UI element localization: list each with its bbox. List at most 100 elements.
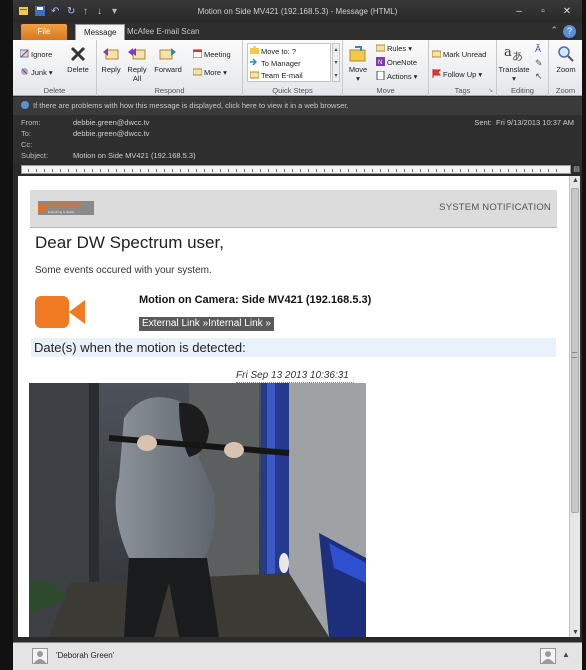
tab-file[interactable]: File: [21, 24, 67, 40]
motion-timestamp: Fri Sep 13 2013 10:36:31: [236, 370, 349, 381]
group-label-editing: Editing: [511, 86, 534, 95]
subject-label: Subject:: [21, 151, 49, 160]
message-body: DIGITAL Everything is digital SYSTEM NOT…: [18, 176, 569, 637]
find-icon[interactable]: Ã: [535, 44, 541, 54]
digital-logo: DIGITAL Everything is digital: [38, 201, 94, 215]
to-address[interactable]: debbie.green@dwcc.tv: [73, 129, 149, 138]
sent-row: Sent: Fri 9/13/2013 10:37 AM: [474, 118, 574, 127]
group-label-tags: Tags: [454, 86, 471, 95]
actions-button[interactable]: Actions ▾: [376, 71, 417, 82]
cc-row: Cc:: [21, 140, 73, 150]
window-title: Motion on Side MV421 (192.168.5.3) - Mes…: [197, 7, 398, 16]
ribbon-group-move: Move ▾ Rules ▾ N OneNote Actions ▾ Move: [343, 40, 429, 96]
move-button[interactable]: Move ▾: [345, 45, 371, 83]
magnifier-icon: [558, 46, 574, 62]
reply-all-button[interactable]: Reply All: [125, 45, 149, 83]
junk-button[interactable]: Junk ▾: [20, 67, 53, 78]
person-icon: [542, 651, 554, 663]
people-name[interactable]: 'Deborah Green': [56, 651, 114, 660]
scroll-down-icon[interactable]: ▼: [571, 628, 580, 637]
expand-people-pane-icon[interactable]: ▲: [562, 650, 570, 659]
ribbon: Ignore Junk ▾ Delete Delete Reply Reply A…: [13, 40, 582, 96]
help-icon[interactable]: ?: [563, 25, 576, 38]
ribbon-tabs: File Message McAfee E-mail Scan ⌃ ?: [13, 22, 582, 40]
delete-button[interactable]: Delete: [64, 45, 92, 74]
tab-mcafee-email-scan[interactable]: McAfee E-mail Scan: [119, 24, 207, 40]
from-label: From:: [21, 118, 41, 127]
reply-icon: [103, 48, 119, 60]
view-ruler-icon[interactable]: ▤: [571, 165, 582, 174]
quick-step-team-email[interactable]: Team E-mail: [250, 70, 303, 81]
select-icon[interactable]: ✎: [535, 58, 543, 69]
message-scrollbar[interactable]: ▲ ▼: [569, 176, 580, 637]
subject-row: Subject: Motion on Side MV421 (192.168.5.…: [21, 151, 196, 161]
quick-step-to-manager[interactable]: To Manager: [250, 58, 301, 69]
info-icon: [21, 101, 29, 109]
tab-message[interactable]: Message: [75, 24, 126, 40]
group-label-respond: Respond: [154, 86, 185, 95]
to-manager-icon: [250, 58, 258, 66]
message-header: From: debbie.green@dwcc.tv To: debbie.gree…: [13, 115, 582, 163]
outlook-message-window: ↶ ↻ ↑ ↓ ▾ Motion on Side MV421 (192.168.…: [13, 0, 582, 670]
more-respond-button[interactable]: More ▾: [193, 67, 227, 78]
close-button[interactable]: ✕: [559, 6, 575, 18]
scroll-grip-icon: [572, 352, 577, 358]
onenote-icon: N: [376, 57, 385, 66]
collapse-ribbon-icon[interactable]: ⌃: [550, 25, 558, 36]
follow-up-button[interactable]: Follow Up ▾: [432, 69, 482, 80]
quick-step-move-to[interactable]: Move to: ?: [250, 46, 296, 57]
onenote-button[interactable]: N OneNote: [376, 57, 417, 68]
video-camera-icon: [35, 296, 85, 328]
forward-icon: [159, 48, 176, 60]
scroll-up-icon[interactable]: ▲: [571, 176, 580, 185]
ignore-icon: [20, 49, 29, 58]
ruler: [21, 165, 571, 174]
junk-icon: [21, 68, 28, 75]
ignore-button[interactable]: Ignore: [20, 49, 52, 60]
greeting: Dear DW Spectrum user,: [35, 233, 224, 252]
ribbon-group-quick-steps: Move to: ? To Manager Team E-mail ▴ ▾ ▾ Qu…: [243, 40, 343, 96]
ruler-ticks: [28, 169, 564, 172]
web-browser-infobar[interactable]: If there are problems with how this mess…: [13, 97, 582, 115]
group-label-delete: Delete: [43, 86, 66, 95]
notification-banner: DIGITAL Everything is digital SYSTEM NOT…: [30, 190, 557, 228]
ribbon-group-respond: Reply Reply All Forward Meeting More ▾ Re…: [97, 40, 243, 96]
people-pane: 'Deborah Green' ▲: [13, 642, 582, 670]
minimize-button[interactable]: –: [511, 6, 527, 18]
motion-title: Motion on Camera: Side MV421 (192.168.5.…: [139, 294, 372, 306]
svg-text:N: N: [378, 60, 382, 66]
camera-links[interactable]: External Link »Internal Link »: [139, 317, 274, 331]
rules-button[interactable]: Rules ▾: [376, 43, 412, 54]
group-label-move: Move: [376, 86, 395, 95]
meeting-icon: [193, 49, 202, 58]
restore-button[interactable]: ▫: [535, 6, 551, 18]
more-icon: [193, 68, 202, 76]
person-icon: [34, 651, 46, 663]
mark-unread-button[interactable]: Mark Unread: [432, 49, 486, 60]
delete-x-icon: [70, 46, 86, 62]
subject-text: Motion on Side MV421 (192.168.5.3): [73, 151, 196, 160]
people-pane-avatar[interactable]: [540, 648, 556, 664]
avatar[interactable]: [32, 648, 48, 664]
scroll-thumb[interactable]: [571, 188, 579, 513]
translate-button[interactable]: aあ Translate ▾: [498, 43, 530, 83]
sent-datetime: Fri 9/13/2013 10:37 AM: [496, 118, 574, 127]
flag-icon: [432, 69, 441, 78]
reply-button[interactable]: Reply: [99, 45, 123, 74]
dates-section: Date(s) when the motion is detected:: [31, 338, 556, 357]
quick-steps-gallery: Move to: ? To Manager Team E-mail: [247, 43, 331, 82]
forward-button[interactable]: Forward: [151, 45, 185, 74]
quick-steps-scroll[interactable]: ▴ ▾ ▾: [332, 43, 340, 82]
cursor-icon[interactable]: ↖: [535, 71, 543, 82]
to-row: To: debbie.green@dwcc.tv: [21, 129, 149, 139]
zoom-button[interactable]: Zoom: [551, 45, 581, 74]
cc-label: Cc:: [21, 140, 33, 149]
team-email-icon: [250, 71, 259, 79]
rules-icon: [376, 44, 385, 52]
meeting-button[interactable]: Meeting: [193, 49, 231, 60]
group-label-zoom: Zoom: [555, 86, 576, 95]
sent-label: Sent:: [474, 118, 492, 127]
from-address[interactable]: debbie.green@dwcc.tv: [73, 118, 149, 127]
from-row: From: debbie.green@dwcc.tv: [21, 118, 149, 128]
motion-snapshot-image: [29, 383, 366, 637]
